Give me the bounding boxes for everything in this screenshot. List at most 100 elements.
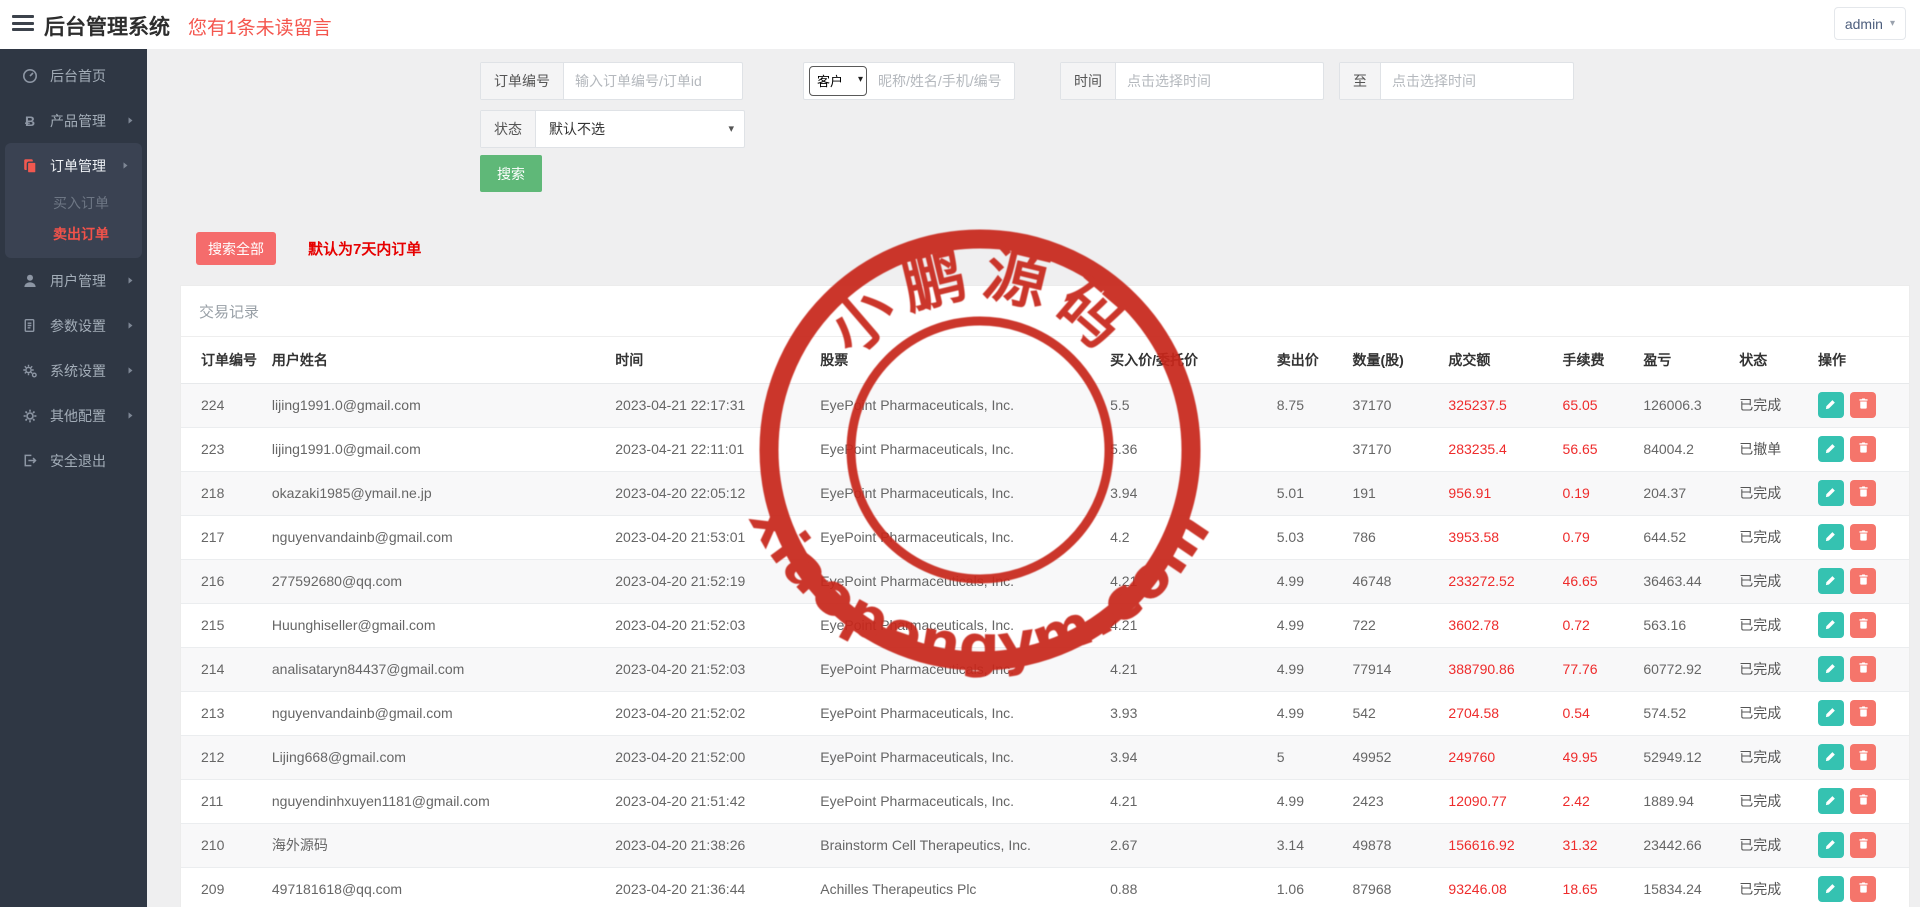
edit-icon: [1824, 881, 1838, 898]
cell-sell: 5.01: [1277, 471, 1353, 515]
sidebar-subitem-买入订单[interactable]: 买入订单: [5, 188, 142, 219]
cell-stock: Brainstorm Cell Therapeutics, Inc.: [820, 823, 1110, 867]
dashboard-icon: [22, 67, 39, 84]
hamburger-menu-icon[interactable]: [12, 15, 34, 33]
cell-profit: 644.52: [1643, 515, 1739, 559]
edit-button[interactable]: [1818, 788, 1844, 814]
admin-dropdown[interactable]: admin ▾: [1834, 7, 1906, 40]
bitcoin-icon: Ƀ: [22, 112, 39, 129]
cell-sell: 1.06: [1277, 867, 1353, 907]
column-header: 数量(股): [1352, 337, 1448, 383]
cell-ops: [1818, 383, 1909, 427]
cell-id: 217: [181, 515, 272, 559]
cell-name: okazaki1985@ymail.ne.jp: [272, 471, 615, 515]
sidebar-item-后台首页[interactable]: 后台首页: [0, 53, 147, 98]
delete-button[interactable]: [1850, 524, 1876, 550]
cell-fee: 0.79: [1563, 515, 1644, 559]
delete-button[interactable]: [1850, 612, 1876, 638]
delete-button[interactable]: [1850, 700, 1876, 726]
status-select[interactable]: 默认不选: [536, 111, 744, 147]
delete-button[interactable]: [1850, 436, 1876, 462]
delete-button[interactable]: [1850, 788, 1876, 814]
chevron-right-icon: [126, 411, 135, 420]
table-row: 218okazaki1985@ymail.ne.jp2023-04-20 22:…: [181, 471, 1909, 515]
edit-button[interactable]: [1818, 700, 1844, 726]
table-header-row: 订单编号用户姓名时间股票买入价/委托价卖出价数量(股)成交额手续费盈亏状态操作: [181, 337, 1909, 383]
sidebar-item-系统设置[interactable]: 系统设置: [0, 348, 147, 393]
customer-keyword-input[interactable]: [867, 73, 1070, 89]
chevron-right-icon: [121, 161, 130, 170]
column-header: 股票: [820, 337, 1110, 383]
edit-button[interactable]: [1818, 744, 1844, 770]
cell-ops: [1818, 515, 1909, 559]
sidebar: 后台首页Ƀ产品管理订单管理买入订单卖出订单用户管理参数设置系统设置其他配置安全退…: [0, 49, 147, 907]
sidebar-item-用户管理[interactable]: 用户管理: [0, 258, 147, 303]
edit-button[interactable]: [1818, 524, 1844, 550]
cell-profit: 1889.94: [1643, 779, 1739, 823]
order-number-input[interactable]: [564, 63, 732, 99]
cell-ops: [1818, 867, 1909, 907]
cell-name: lijing1991.0@gmail.com: [272, 383, 615, 427]
edit-button[interactable]: [1818, 656, 1844, 682]
edit-button[interactable]: [1818, 480, 1844, 506]
edit-icon: [1824, 661, 1838, 678]
customer-filter: 客户 ▾: [803, 62, 1015, 100]
status-filter: 状态 默认不选 ▾: [480, 110, 745, 148]
cell-sell: 4.99: [1277, 779, 1353, 823]
edit-button[interactable]: [1818, 436, 1844, 462]
to-label: 至: [1340, 63, 1381, 99]
cell-profit: 84004.2: [1643, 427, 1739, 471]
sidebar-item-参数设置[interactable]: 参数设置: [0, 303, 147, 348]
delete-button[interactable]: [1850, 392, 1876, 418]
sidebar-item-产品管理[interactable]: Ƀ产品管理: [0, 98, 147, 143]
sidebar-subitem-卖出订单[interactable]: 卖出订单: [5, 219, 142, 250]
cell-buy: 3.94: [1110, 471, 1277, 515]
cell-sell: 4.99: [1277, 691, 1353, 735]
sidebar-item-其他配置[interactable]: 其他配置: [0, 393, 147, 438]
column-header: 成交额: [1448, 337, 1562, 383]
edit-icon: [1824, 441, 1838, 458]
cell-ops: [1818, 603, 1909, 647]
edit-button[interactable]: [1818, 392, 1844, 418]
edit-button[interactable]: [1818, 612, 1844, 638]
cell-time: 2023-04-20 22:05:12: [615, 471, 820, 515]
cell-ops: [1818, 471, 1909, 515]
delete-button[interactable]: [1850, 656, 1876, 682]
delete-icon: [1857, 793, 1870, 809]
unread-message-notice[interactable]: 您有1条未读留言: [188, 13, 332, 40]
cell-name: Huunghiseller@gmail.com: [272, 603, 615, 647]
delete-icon: [1857, 529, 1870, 545]
edit-icon: [1824, 485, 1838, 502]
edit-button[interactable]: [1818, 568, 1844, 594]
sidebar-item-订单管理[interactable]: 订单管理: [5, 143, 142, 188]
cell-id: 215: [181, 603, 272, 647]
delete-button[interactable]: [1850, 744, 1876, 770]
edit-button[interactable]: [1818, 832, 1844, 858]
column-header: 操作: [1818, 337, 1909, 383]
search-button[interactable]: 搜索: [480, 155, 542, 192]
delete-button[interactable]: [1850, 568, 1876, 594]
cell-fee: 46.65: [1563, 559, 1644, 603]
delete-button[interactable]: [1850, 480, 1876, 506]
column-header: 状态: [1739, 337, 1818, 383]
delete-button[interactable]: [1850, 832, 1876, 858]
edit-button[interactable]: [1818, 876, 1844, 902]
cell-profit: 23442.66: [1643, 823, 1739, 867]
cell-amount: 249760: [1448, 735, 1562, 779]
search-all-button[interactable]: 搜索全部: [196, 232, 276, 265]
cell-id: 210: [181, 823, 272, 867]
customer-type-select[interactable]: 客户: [809, 66, 867, 96]
cell-sell: 4.99: [1277, 559, 1353, 603]
cell-fee: 0.19: [1563, 471, 1644, 515]
cell-time: 2023-04-20 21:38:26: [615, 823, 820, 867]
sidebar-item-安全退出[interactable]: 安全退出: [0, 438, 147, 483]
delete-button[interactable]: [1850, 876, 1876, 902]
cell-time: 2023-04-21 22:11:01: [615, 427, 820, 471]
cell-name: lijing1991.0@gmail.com: [272, 427, 615, 471]
search-all-row: 搜索全部 默认为7天内订单: [196, 232, 1920, 265]
cell-sell: 4.99: [1277, 603, 1353, 647]
time-to-input[interactable]: [1381, 63, 1579, 99]
time-from-input[interactable]: [1116, 63, 1323, 99]
cell-id: 216: [181, 559, 272, 603]
cell-amount: 93246.08: [1448, 867, 1562, 907]
